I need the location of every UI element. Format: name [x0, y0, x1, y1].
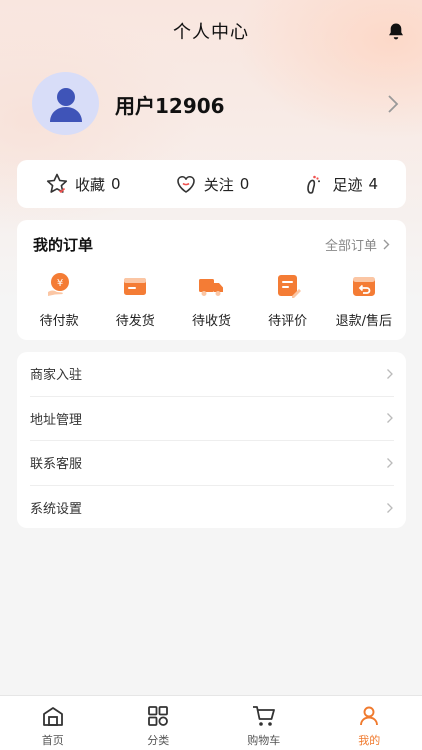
stat-count: 0 — [239, 175, 250, 193]
order-label: 退款/售后 — [335, 314, 393, 329]
my-orders-card: 我的订单 全部订单 ¥ 待付款 待发货 待收货 待评价 退款/售后 — [17, 220, 406, 340]
chevron-right-icon — [387, 413, 393, 424]
truck-icon — [197, 272, 225, 300]
stats-bar: 收藏 0 关注 0 足迹 4 — [17, 160, 406, 208]
svg-text:¥: ¥ — [57, 278, 63, 289]
refund-icon — [350, 272, 378, 300]
tab-label: 首页 — [41, 734, 64, 747]
payment-icon: ¥ — [45, 272, 73, 300]
order-label: 待发货 — [115, 314, 155, 329]
order-to-ship[interactable]: 待发货 — [98, 272, 172, 332]
order-label: 待收货 — [191, 314, 231, 329]
tab-category[interactable]: 分类 — [106, 696, 212, 750]
review-icon — [274, 272, 302, 300]
settings-menu: 商家入驻 地址管理 联系客服 系统设置 — [17, 352, 406, 528]
chevron-right-icon — [387, 457, 393, 468]
stat-footprints[interactable]: 足迹 4 — [267, 172, 406, 196]
all-orders-label: 全部订单 — [324, 238, 377, 254]
menu-label: 联系客服 — [30, 457, 83, 473]
profile-icon — [356, 703, 382, 729]
chevron-right-icon — [383, 239, 390, 249]
menu-label: 系统设置 — [30, 502, 83, 518]
page-title: 个人中心 — [173, 22, 249, 43]
tab-label: 我的 — [358, 734, 381, 747]
orders-header: 我的订单 全部订单 — [33, 234, 390, 254]
tab-label: 购物车 — [247, 734, 281, 747]
user-avatar-icon[interactable] — [32, 72, 99, 135]
top-bar: 个人中心 — [0, 0, 422, 62]
order-pending-payment[interactable]: ¥ 待付款 — [22, 272, 96, 332]
username: 用户12906 — [115, 94, 225, 118]
stat-favorites[interactable]: 收藏 0 — [17, 172, 156, 196]
stat-label: 足迹 — [332, 175, 363, 194]
menu-contact-support[interactable]: 联系客服 — [30, 441, 394, 486]
order-status-row: ¥ 待付款 待发货 待收货 待评价 退款/售后 — [17, 272, 406, 332]
category-icon — [145, 703, 171, 729]
menu-merchant-entry[interactable]: 商家入驻 — [30, 352, 394, 397]
bell-icon[interactable] — [386, 21, 406, 41]
menu-address-management[interactable]: 地址管理 — [30, 397, 394, 441]
tab-label: 分类 — [147, 734, 170, 747]
order-label: 待付款 — [39, 314, 79, 329]
menu-label: 地址管理 — [30, 412, 83, 428]
menu-system-settings[interactable]: 系统设置 — [30, 486, 394, 531]
stat-count: 4 — [368, 175, 378, 193]
footprint-icon — [302, 172, 326, 196]
user-profile-row[interactable]: 用户12906 — [0, 72, 422, 138]
chevron-right-icon[interactable] — [386, 93, 400, 115]
heart-icon — [174, 172, 198, 196]
stat-count: 0 — [111, 175, 121, 193]
tab-home[interactable]: 首页 — [0, 696, 106, 750]
stat-following[interactable]: 关注 0 — [156, 172, 267, 196]
all-orders-link[interactable]: 全部订单 — [325, 235, 390, 254]
order-label: 待评价 — [268, 314, 308, 329]
orders-title: 我的订单 — [33, 235, 94, 254]
order-to-receive[interactable]: 待收货 — [174, 272, 248, 332]
tab-profile[interactable]: 我的 — [317, 696, 422, 750]
menu-label: 商家入驻 — [30, 368, 83, 384]
chevron-right-icon — [387, 502, 393, 513]
order-refund[interactable]: 退款/售后 — [327, 272, 401, 332]
cart-icon — [251, 703, 277, 729]
profile-page: 个人中心 用户12906 收藏 0 关注 0 足迹 4 我的订单 全部订单 ¥ … — [0, 0, 422, 750]
home-icon — [40, 703, 66, 729]
stat-label: 关注 — [203, 175, 234, 194]
order-to-review[interactable]: 待评价 — [251, 272, 325, 332]
stat-label: 收藏 — [75, 175, 106, 194]
bottom-tab-bar: 首页 分类 购物车 我的 — [0, 695, 422, 750]
tab-cart[interactable]: 购物车 — [211, 696, 317, 750]
package-icon — [121, 272, 149, 300]
chevron-right-icon — [387, 368, 393, 379]
star-icon — [45, 172, 69, 196]
